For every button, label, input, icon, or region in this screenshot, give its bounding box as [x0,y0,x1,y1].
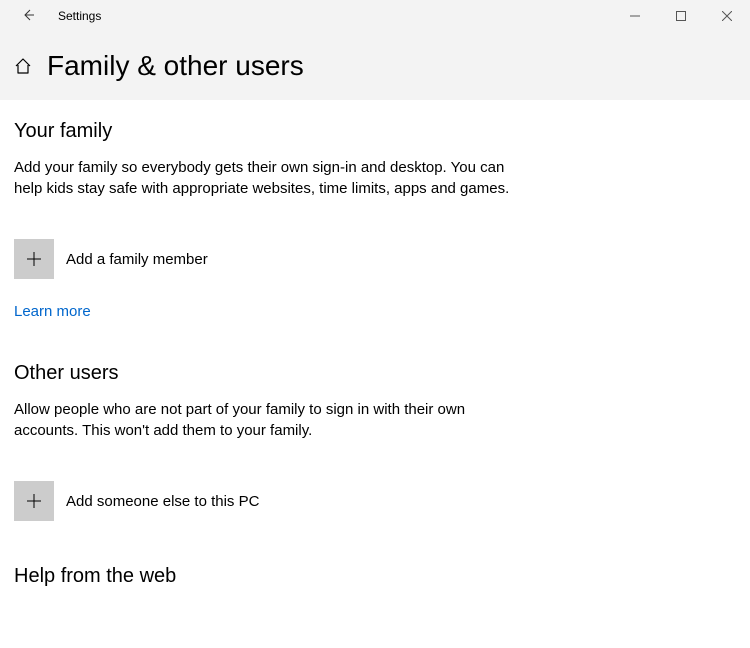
close-button[interactable] [704,0,750,32]
maximize-button[interactable] [658,0,704,32]
home-icon[interactable] [13,56,33,76]
add-other-label: Add someone else to this PC [66,493,259,510]
other-users-description: Allow people who are not part of your fa… [14,399,514,441]
add-other-plus-button[interactable] [14,481,54,521]
add-other-user-row[interactable]: Add someone else to this PC [14,481,736,521]
page-title: Family & other users [47,50,304,82]
learn-more-link[interactable]: Learn more [14,303,91,320]
plus-icon [24,491,44,511]
window-title: Settings [58,9,101,23]
page-header: Family & other users [0,32,750,100]
family-heading: Your family [14,120,736,143]
back-button[interactable] [16,4,40,28]
help-heading: Help from the web [14,565,736,588]
add-family-label: Add a family member [66,251,208,268]
plus-icon [24,249,44,269]
other-users-section: Other users Allow people who are not par… [14,362,736,521]
family-section: Your family Add your family so everybody… [14,120,736,362]
title-bar: Settings [0,0,750,32]
window-controls [612,0,750,32]
add-family-plus-button[interactable] [14,239,54,279]
family-description: Add your family so everybody gets their … [14,157,514,199]
add-family-member-row[interactable]: Add a family member [14,239,736,279]
other-users-heading: Other users [14,362,736,385]
help-section: Help from the web [14,565,736,588]
content-area: Your family Add your family so everybody… [0,100,750,588]
minimize-button[interactable] [612,0,658,32]
back-arrow-icon [21,8,35,25]
